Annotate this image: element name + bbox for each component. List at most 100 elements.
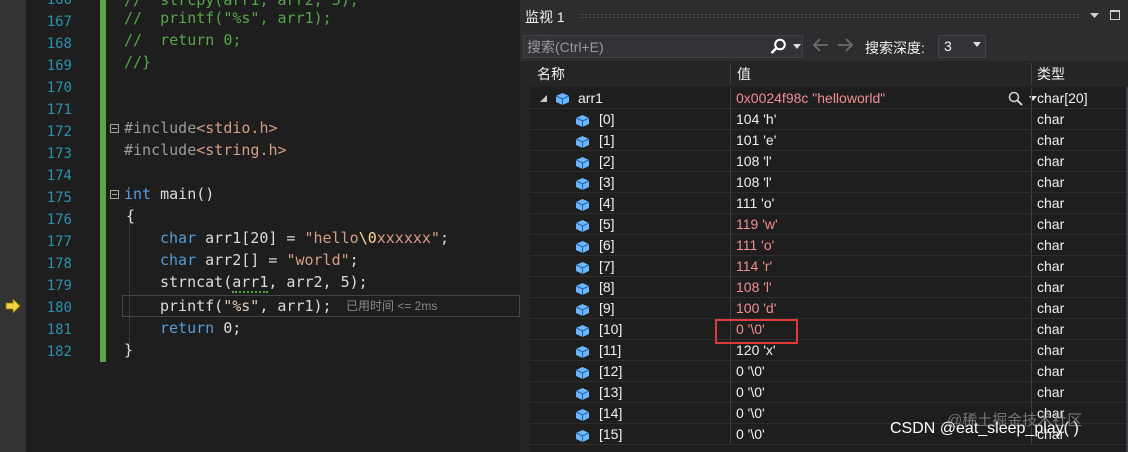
- watch-row-root[interactable]: arr1 0x0024f98c "helloworld" char[20]: [530, 88, 1128, 109]
- collapse-arrow-icon[interactable]: [540, 95, 547, 102]
- glyph-margin[interactable]: [0, 0, 26, 452]
- watch-row-value[interactable]: 0 '\0': [736, 382, 765, 403]
- search-depth-select[interactable]: 3: [938, 35, 986, 58]
- watch-row[interactable]: [1] 101 'e' char: [530, 130, 1128, 151]
- watch-row-value[interactable]: 100 'd': [736, 298, 776, 319]
- watch-row[interactable]: [5] 119 'w' char: [530, 214, 1128, 235]
- code-editor[interactable]: 166 167 168 169 170 171 172 173 174 175 176 177 178 1…: [0, 0, 520, 452]
- search-depth-label: 搜索深度:: [865, 40, 925, 56]
- watch-row-value[interactable]: 101 'e': [736, 130, 776, 151]
- code-line-176: {: [126, 207, 136, 225]
- search-icon[interactable]: [770, 38, 787, 55]
- watch-row[interactable]: [8] 108 'l' char: [530, 277, 1128, 298]
- watch-row[interactable]: [0] 104 'h' char: [530, 109, 1128, 130]
- watch-row-value[interactable]: 111 'o': [736, 193, 774, 214]
- watch-row[interactable]: [10] 0 '\0' char: [530, 319, 1128, 340]
- watch-row[interactable]: [7] 114 'r' char: [530, 256, 1128, 277]
- line-number: 166: [46, 0, 72, 8]
- maximize-icon[interactable]: [1110, 10, 1120, 20]
- watch-row[interactable]: [4] 111 'o' char: [530, 193, 1128, 214]
- column-divider: [1031, 130, 1032, 151]
- column-header-value[interactable]: 值: [737, 63, 751, 85]
- column-divider[interactable]: [1031, 63, 1032, 85]
- watch-row-type: char: [1037, 195, 1065, 211]
- watch-row[interactable]: [11] 120 'x' char: [530, 340, 1128, 361]
- column-divider: [1031, 256, 1032, 277]
- current-statement-arrow-icon: [5, 299, 21, 313]
- watch-row-value[interactable]: 0x0024f98c "helloworld": [736, 88, 885, 109]
- watch-row-value[interactable]: 108 'l': [736, 172, 772, 193]
- watch-row[interactable]: [6] 111 'o' char: [530, 235, 1128, 256]
- watermark-text-secondary: @稀土掘金技术社区: [947, 412, 1083, 429]
- line-number: 182: [46, 344, 72, 360]
- column-divider: [730, 382, 731, 403]
- watch-row-name: [14]: [599, 405, 623, 421]
- search-input[interactable]: [527, 37, 757, 56]
- title-grip: [580, 13, 1080, 19]
- column-divider: [1031, 214, 1032, 235]
- watch-row-type: char: [1037, 279, 1065, 295]
- watch-row-value[interactable]: 0 '\0': [736, 403, 765, 424]
- watch-row-value[interactable]: 119 'w': [736, 214, 778, 235]
- column-divider: [730, 193, 731, 214]
- visualizer-search-icon[interactable]: [1008, 91, 1023, 106]
- fold-toggle-main[interactable]: [110, 190, 119, 199]
- watch-row-name: [12]: [599, 363, 623, 379]
- column-header-type[interactable]: 类型: [1037, 63, 1065, 85]
- watch-toolbar: 搜索深度: 3: [520, 32, 1128, 61]
- column-divider: [730, 151, 731, 172]
- search-box[interactable]: [523, 35, 803, 58]
- window-position-dropdown-icon[interactable]: [1090, 13, 1099, 19]
- watch-row[interactable]: [13] 0 '\0' char: [530, 382, 1128, 403]
- search-back-icon[interactable]: [811, 37, 829, 53]
- change-tracking-bar: [100, 0, 106, 362]
- watch-window: 监视 1 搜索深度: 3 名称 值 类型 arr1 0x0024: [520, 0, 1128, 452]
- watch-row-value[interactable]: 104 'h': [736, 109, 776, 130]
- search-depth-value: 3: [944, 38, 952, 54]
- search-forward-icon[interactable]: [837, 37, 855, 53]
- code-line-177: char arr1[20] = "hello\0xxxxxx";: [160, 229, 449, 247]
- watch-row[interactable]: [9] 100 'd' char: [530, 298, 1128, 319]
- watch-row[interactable]: [12] 0 '\0' char: [530, 361, 1128, 382]
- perf-tip-elapsed-time[interactable]: 已用时间 <= 2ms: [346, 295, 437, 317]
- watch-row[interactable]: [3] 108 'l' char: [530, 172, 1128, 193]
- watch-row-value[interactable]: 111 'o': [736, 235, 774, 256]
- watch-row-name: [7]: [599, 258, 615, 274]
- column-divider: [730, 256, 731, 277]
- code-line-180: printf("%s", arr1);: [160, 297, 332, 315]
- watch-row-name: [8]: [599, 279, 615, 295]
- watch-row-name: [1]: [599, 132, 615, 148]
- watch-row-name: [2]: [599, 153, 615, 169]
- watch-title-bar[interactable]: 监视 1: [520, 0, 1128, 32]
- column-divider: [730, 130, 731, 151]
- watermark: CSDN @eat_sleep_play( ) @稀土掘金技术社区: [890, 412, 1082, 438]
- column-divider: [1031, 88, 1032, 109]
- search-options-dropdown-icon[interactable]: [793, 44, 801, 49]
- line-number: 175: [46, 190, 72, 206]
- watch-row-value[interactable]: 108 'l': [736, 277, 772, 298]
- line-number: 179: [46, 278, 72, 294]
- watch-row-value[interactable]: 114 'r': [736, 256, 772, 277]
- line-number: 176: [46, 212, 72, 228]
- code-line-169: //}: [124, 53, 152, 71]
- column-divider: [730, 361, 731, 382]
- code-line-175: int main(): [124, 185, 215, 203]
- column-divider: [1031, 235, 1032, 256]
- code-line-167: // printf("%s", arr1);: [124, 9, 332, 27]
- watch-row-type: char: [1037, 342, 1065, 358]
- line-number: 173: [46, 146, 72, 162]
- watch-row-value[interactable]: 0 '\0': [736, 361, 765, 382]
- watch-row-value[interactable]: 0 '\0': [736, 424, 765, 445]
- watch-row-name: [6]: [599, 237, 615, 253]
- column-header-name[interactable]: 名称: [537, 63, 565, 85]
- column-divider[interactable]: [730, 63, 731, 85]
- column-divider: [1031, 319, 1032, 340]
- watch-title: 监视 1: [525, 9, 565, 25]
- code-line-182: }: [124, 341, 134, 359]
- code-line-179: strncat(arr1, arr2, 5);: [160, 273, 368, 293]
- watch-row-value[interactable]: 108 'l': [736, 151, 772, 172]
- fold-toggle-include[interactable]: [110, 124, 119, 133]
- watch-row[interactable]: [2] 108 'l' char: [530, 151, 1128, 172]
- line-number: 181: [46, 322, 72, 338]
- line-number: 178: [46, 256, 72, 272]
